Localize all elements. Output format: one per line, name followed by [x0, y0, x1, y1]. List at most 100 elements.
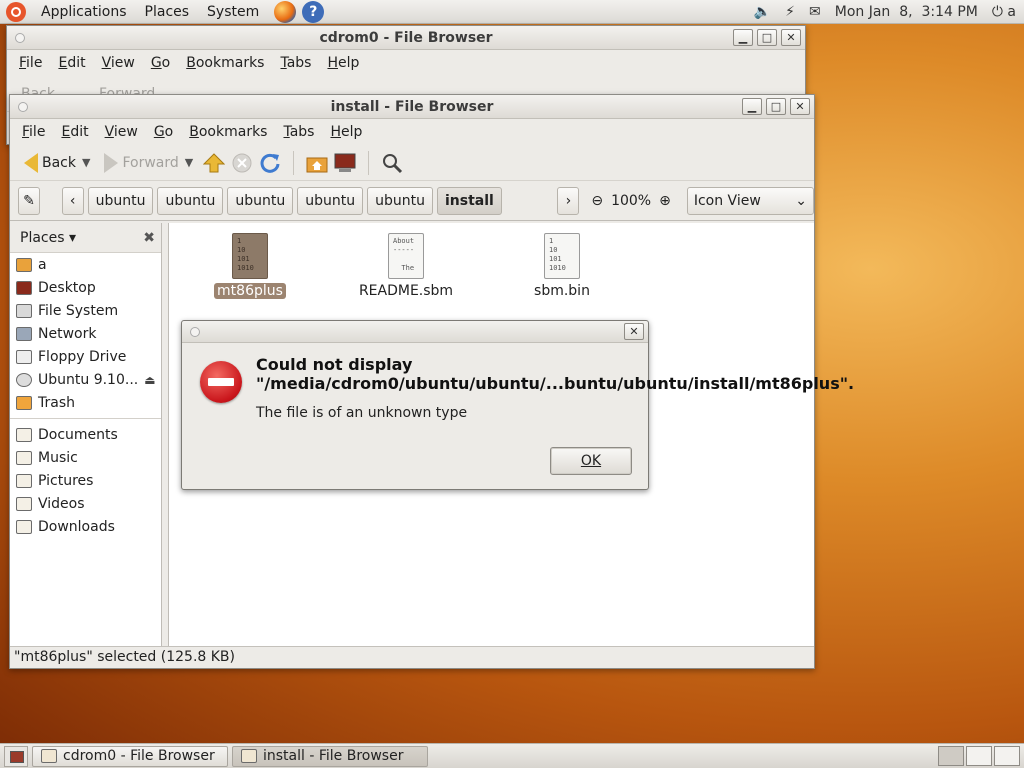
sidebar-item-downloads[interactable]: Downloads	[10, 515, 161, 538]
menu-go[interactable]: Go	[146, 124, 181, 140]
help-launcher-icon[interactable]: ?	[302, 0, 325, 23]
install-window-titlebar[interactable]: install - File Browser ▁ □ ✕	[10, 95, 814, 119]
back-window-titlebar[interactable]: cdrom0 - File Browser ▁ □ ✕	[7, 26, 805, 50]
maximize-button[interactable]: □	[766, 98, 786, 115]
places-menu[interactable]: Places	[138, 1, 197, 23]
show-desktop-button[interactable]	[4, 745, 28, 767]
breadcrumb-ubuntu-2[interactable]: ubuntu	[157, 186, 224, 215]
menu-tabs[interactable]: Tabs	[275, 124, 322, 140]
dialog-titlebar[interactable]: ✕	[182, 321, 648, 343]
trash-icon	[16, 395, 32, 410]
path-scroll-right-button[interactable]: ›	[557, 186, 580, 215]
file-item-mt86plus[interactable]: 1 10 101 1010 mt86plus	[195, 233, 305, 299]
taskbar-item-install[interactable]: install - File Browser	[232, 745, 428, 767]
back-history-dropdown-icon[interactable]: ▼	[82, 156, 90, 169]
power-icon[interactable]: ⏻ a	[992, 4, 1016, 20]
workspace-1[interactable]	[938, 746, 964, 766]
sidebar-item-floppy[interactable]: Floppy Drive	[10, 345, 161, 368]
menu-file[interactable]: File	[14, 124, 53, 140]
sidebar-item-pictures[interactable]: Pictures	[10, 469, 161, 492]
eject-icon[interactable]: ⏏	[144, 373, 155, 387]
sidebar-item-file-system[interactable]: File System	[10, 299, 161, 322]
file-name: README.sbm	[358, 283, 454, 299]
mail-icon[interactable]: ✉	[809, 4, 821, 20]
sidebar-header: Places ▾ ✖	[10, 223, 161, 253]
forward-arrow-icon	[104, 152, 119, 173]
clock[interactable]: Mon Jan 8, 3:14 PM	[835, 4, 978, 20]
sidebar-item-desktop[interactable]: Desktop	[10, 276, 161, 299]
dialog-close-button[interactable]: ✕	[624, 323, 644, 340]
sidebar-type-select[interactable]: Places ▾	[20, 230, 76, 246]
breadcrumb-ubuntu-3[interactable]: ubuntu	[227, 186, 294, 215]
zoom-out-icon[interactable]: ⊖	[591, 193, 603, 209]
close-button[interactable]: ✕	[781, 29, 801, 46]
ubuntu-logo-icon[interactable]	[6, 1, 26, 22]
zoom-in-icon[interactable]: ⊕	[659, 193, 671, 209]
binary-file-icon: 1 10 101 1010	[544, 233, 580, 279]
dialog-message: The file is of an unknown type	[256, 405, 468, 421]
firefox-launcher-icon[interactable]	[274, 0, 297, 23]
menu-file[interactable]: File	[11, 55, 50, 71]
forward-history-dropdown-icon[interactable]: ▼	[185, 156, 193, 169]
toggle-location-entry-button[interactable]: ✎	[18, 186, 40, 215]
maximize-button[interactable]: □	[757, 29, 777, 46]
folder-icon	[16, 450, 32, 465]
top-panel: Applications Places System ? 🔈 ⚡ ✉ Mon J…	[0, 0, 1024, 24]
cdrom-icon	[16, 372, 32, 387]
back-button[interactable]: Back ▼	[18, 149, 96, 177]
menu-view[interactable]: View	[94, 55, 143, 71]
system-menu[interactable]: System	[200, 1, 266, 23]
home-button[interactable]	[304, 150, 330, 176]
menu-bookmarks[interactable]: Bookmarks	[181, 124, 275, 140]
sidebar-item-trash[interactable]: Trash	[10, 391, 161, 414]
minimize-button[interactable]: ▁	[742, 98, 762, 115]
applications-menu[interactable]: Applications	[34, 1, 134, 23]
workspace-2[interactable]	[966, 746, 992, 766]
sidebar-item-documents[interactable]: Documents	[10, 423, 161, 446]
sidebar-item-videos[interactable]: Videos	[10, 492, 161, 515]
menu-edit[interactable]: Edit	[50, 55, 93, 71]
file-item-readme[interactable]: About ----- The README.sbm	[351, 233, 461, 299]
menu-edit[interactable]: Edit	[53, 124, 96, 140]
reload-button[interactable]	[257, 150, 283, 176]
computer-button[interactable]	[332, 150, 358, 176]
forward-button[interactable]: Forward ▼	[98, 149, 199, 177]
menu-view[interactable]: View	[97, 124, 146, 140]
window-menu-icon[interactable]	[190, 327, 200, 337]
menu-bookmarks[interactable]: Bookmarks	[178, 55, 272, 71]
view-mode-select[interactable]: Icon View ⌄	[686, 186, 815, 215]
sidebar-item-cdrom[interactable]: Ubuntu 9.10... ⏏	[10, 368, 161, 391]
volume-icon[interactable]: 🔈	[754, 4, 771, 20]
breadcrumb-install[interactable]: install	[436, 186, 502, 215]
path-scroll-left-button[interactable]: ‹	[61, 186, 84, 215]
breadcrumb-ubuntu-4[interactable]: ubuntu	[297, 186, 364, 215]
menu-help[interactable]: Help	[319, 55, 367, 71]
sidebar-close-icon[interactable]: ✖	[143, 230, 155, 246]
menu-tabs[interactable]: Tabs	[272, 55, 319, 71]
file-item-sbm-bin[interactable]: 1 10 101 1010 sbm.bin	[507, 233, 617, 299]
network-icon[interactable]: ⚡	[785, 4, 795, 20]
breadcrumb-ubuntu-5[interactable]: ubuntu	[367, 186, 433, 215]
places-sidebar: Places ▾ ✖ a Desktop File System Network…	[10, 223, 162, 646]
stop-button[interactable]	[229, 150, 255, 176]
window-menu-icon[interactable]	[15, 33, 25, 43]
location-bar: ✎ ‹ ubuntu ubuntu ubuntu ubuntu ubuntu i…	[10, 181, 815, 221]
minimize-button[interactable]: ▁	[733, 29, 753, 46]
breadcrumb-ubuntu-1[interactable]: ubuntu	[87, 186, 154, 215]
bottom-panel: cdrom0 - File Browser install - File Bro…	[0, 743, 1024, 768]
sidebar-item-network[interactable]: Network	[10, 322, 161, 345]
menu-help[interactable]: Help	[322, 124, 370, 140]
close-button[interactable]: ✕	[790, 98, 810, 115]
menu-go[interactable]: Go	[143, 55, 178, 71]
search-button[interactable]	[379, 150, 405, 176]
home-folder-icon	[306, 157, 328, 172]
trash-applet[interactable]	[994, 746, 1020, 766]
search-icon	[383, 153, 403, 173]
up-button[interactable]	[201, 150, 227, 176]
window-menu-icon[interactable]	[18, 102, 28, 112]
sidebar-item-home[interactable]: a	[10, 253, 161, 276]
ok-button[interactable]: OK	[550, 447, 632, 475]
sidebar-item-music[interactable]: Music	[10, 446, 161, 469]
taskbar-item-cdrom0[interactable]: cdrom0 - File Browser	[32, 745, 228, 767]
zoom-level[interactable]: 100%	[611, 193, 651, 209]
